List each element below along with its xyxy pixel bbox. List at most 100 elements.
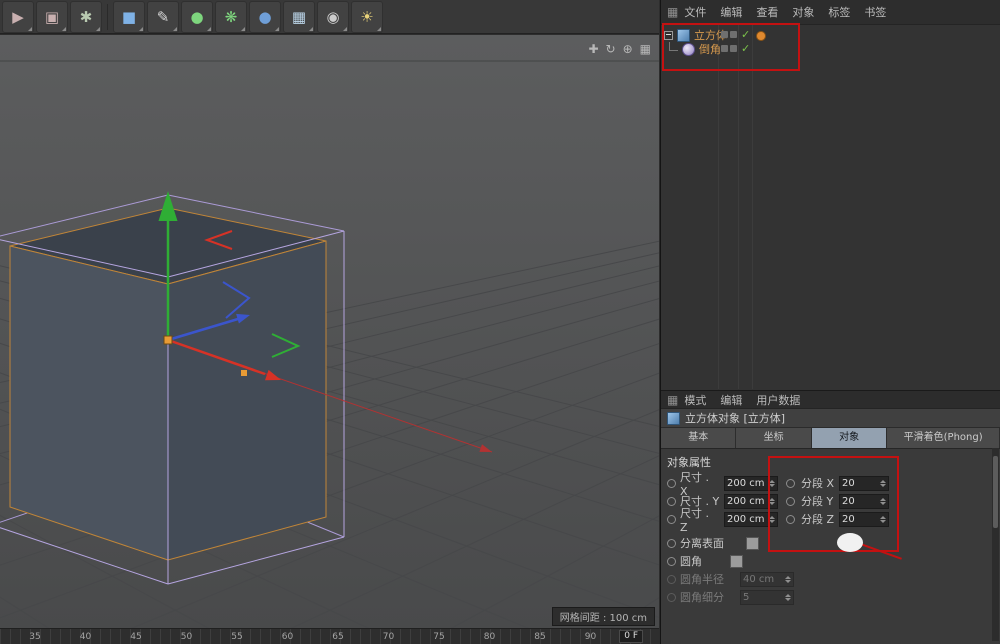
object-manager: ▦ 文件编辑查看对象标签书签 立方体 ✓ <box>661 0 1000 389</box>
attribute-manager-menu-item-0[interactable]: 模式 <box>684 392 706 408</box>
keyframe-circle[interactable] <box>667 479 676 488</box>
keyframe-circle[interactable] <box>667 557 676 566</box>
attribute-tabs: 基本坐标对象平滑着色(Phong) <box>661 428 1000 449</box>
light-icon[interactable]: ☀ <box>351 1 383 33</box>
main-toolbar: ▶▣✱■✎●❋●▦◉☀ <box>0 0 659 34</box>
column-divider <box>752 25 753 389</box>
secondary-handle-point[interactable] <box>241 370 247 376</box>
viewport-canvas[interactable] <box>0 35 659 629</box>
segment-label-2: 分段 Z <box>801 511 835 527</box>
keyframe-circle[interactable] <box>667 515 676 524</box>
spinner-icon[interactable] <box>879 498 886 505</box>
size-value-0: 200 cm <box>727 478 765 489</box>
toolbar-separator <box>107 4 108 30</box>
object-manager-menu-item-5[interactable]: 书签 <box>864 4 886 20</box>
attribute-manager-menu-item-2[interactable]: 用户数据 <box>756 392 800 408</box>
property-row-size-0: 尺寸 . X200 cm分段 X20 <box>661 474 1000 492</box>
size-input-1[interactable]: 200 cm <box>724 494 778 509</box>
attribute-tab-3[interactable]: 平滑着色(Phong) <box>887 428 1000 448</box>
object-manager-menu-item-1[interactable]: 编辑 <box>720 4 742 20</box>
render-view-icon[interactable]: ▶ <box>2 1 34 33</box>
spinner-icon[interactable] <box>768 516 775 523</box>
metaball-icon-glyph: ● <box>258 8 271 26</box>
pen-spline-icon[interactable]: ✎ <box>147 1 179 33</box>
timeline-tick: 50 <box>181 632 192 642</box>
render-visibility-dot[interactable] <box>730 31 737 38</box>
tag-icon[interactable] <box>756 31 766 41</box>
render-settings-icon[interactable]: ✱ <box>70 1 102 33</box>
subdivision-surface-icon[interactable]: ● <box>181 1 213 33</box>
cinema4d-window: ▶▣✱■✎●❋●▦◉☀ <box>0 0 1000 644</box>
fold-icon[interactable] <box>664 31 673 40</box>
segment-input-2[interactable]: 20 <box>839 512 889 527</box>
panel-grid-icon[interactable]: ▦ <box>667 393 678 407</box>
object-tree: 立方体 ✓ 倒角 ✓ <box>661 25 1000 389</box>
enable-check-icon[interactable]: ✓ <box>741 28 750 42</box>
keyframe-circle[interactable] <box>786 515 795 524</box>
panel-grid-icon[interactable]: ▦ <box>667 5 678 19</box>
size-value-2: 200 cm <box>727 514 765 525</box>
object-manager-menubar: ▦ 文件编辑查看对象标签书签 <box>661 0 1000 25</box>
segment-input-1[interactable]: 20 <box>839 494 889 509</box>
keyframe-circle[interactable] <box>786 497 795 506</box>
segment-input-0[interactable]: 20 <box>839 476 889 491</box>
tree-item-cube[interactable]: 立方体 ✓ <box>661 28 1000 42</box>
tree-item-bevel[interactable]: 倒角 ✓ <box>661 42 1000 56</box>
render-picture-viewer-icon[interactable]: ▣ <box>36 1 68 33</box>
property-row-separate-surfaces: 分离表面 <box>661 534 1000 552</box>
timeline-tick: 65 <box>332 632 343 642</box>
editor-visibility-dot[interactable] <box>721 31 728 38</box>
spinner-icon <box>784 594 791 601</box>
object-manager-menu-item-0[interactable]: 文件 <box>684 4 706 20</box>
scrollbar-track[interactable] <box>992 448 999 641</box>
keyframe-circle[interactable] <box>786 479 795 488</box>
orbit-view-icon[interactable]: ↻ <box>606 42 616 56</box>
size-input-2[interactable]: 200 cm <box>724 512 778 527</box>
zoom-view-icon[interactable]: ⊕ <box>623 42 633 56</box>
origin-point[interactable] <box>164 336 172 344</box>
fillet-subdivision-value: 5 <box>743 592 749 603</box>
viewport-3d[interactable]: ✚↻⊕▦ 网格间距 : 100 cm 0 F 35404550556065707… <box>0 35 659 644</box>
cube-primitive-icon[interactable]: ■ <box>113 1 145 33</box>
attribute-tab-0[interactable]: 基本 <box>661 428 736 448</box>
hierarchy-connector <box>669 42 678 51</box>
attribute-title: 立方体对象 [立方体] <box>685 410 785 426</box>
keyframe-circle[interactable] <box>667 539 676 548</box>
spinner-icon[interactable] <box>879 480 886 487</box>
editor-visibility-dot[interactable] <box>721 45 728 52</box>
cube-object-icon <box>667 412 680 425</box>
attribute-manager-menu-item-1[interactable]: 编辑 <box>720 392 742 408</box>
metaball-icon[interactable]: ● <box>249 1 281 33</box>
spinner-icon[interactable] <box>879 516 886 523</box>
object-label-bevel[interactable]: 倒角 <box>699 41 721 57</box>
render-visibility-dot[interactable] <box>730 45 737 52</box>
enable-check-icon[interactable]: ✓ <box>741 42 750 56</box>
segment-value-2: 20 <box>842 514 855 525</box>
separate-surfaces-checkbox[interactable] <box>746 537 759 550</box>
fillet-subdivision-input: 5 <box>740 590 794 605</box>
segment-value-0: 20 <box>842 478 855 489</box>
property-row-fillet: 圆角 <box>661 552 1000 570</box>
size-input-0[interactable]: 200 cm <box>724 476 778 491</box>
pan-view-icon[interactable]: ✚ <box>588 42 598 56</box>
right-panel: ▦ 文件编辑查看对象标签书签 立方体 ✓ <box>660 0 1000 644</box>
keyframe-circle[interactable] <box>667 497 676 506</box>
spinner-icon[interactable] <box>768 498 775 505</box>
object-manager-menu-item-3[interactable]: 对象 <box>792 4 814 20</box>
attribute-tab-1[interactable]: 坐标 <box>736 428 811 448</box>
keyframe-circle <box>667 593 676 602</box>
object-manager-menu-item-4[interactable]: 标签 <box>828 4 850 20</box>
timeline-tick: 85 <box>534 632 545 642</box>
array-generator-icon[interactable]: ❋ <box>215 1 247 33</box>
fillet-checkbox[interactable] <box>730 555 743 568</box>
maximize-view-icon[interactable]: ▦ <box>640 42 651 56</box>
scrollbar-thumb[interactable] <box>993 456 998 528</box>
object-manager-menu-item-2[interactable]: 查看 <box>756 4 778 20</box>
floor-icon[interactable]: ▦ <box>283 1 315 33</box>
cube-primitive-icon-glyph: ■ <box>122 8 136 26</box>
timeline-ruler[interactable]: 0 F 354045505560657075808590 <box>0 628 659 644</box>
frame-indicator[interactable]: 0 F <box>619 630 643 643</box>
attribute-tab-2[interactable]: 对象 <box>812 428 887 448</box>
spinner-icon[interactable] <box>768 480 775 487</box>
camera-icon[interactable]: ◉ <box>317 1 349 33</box>
